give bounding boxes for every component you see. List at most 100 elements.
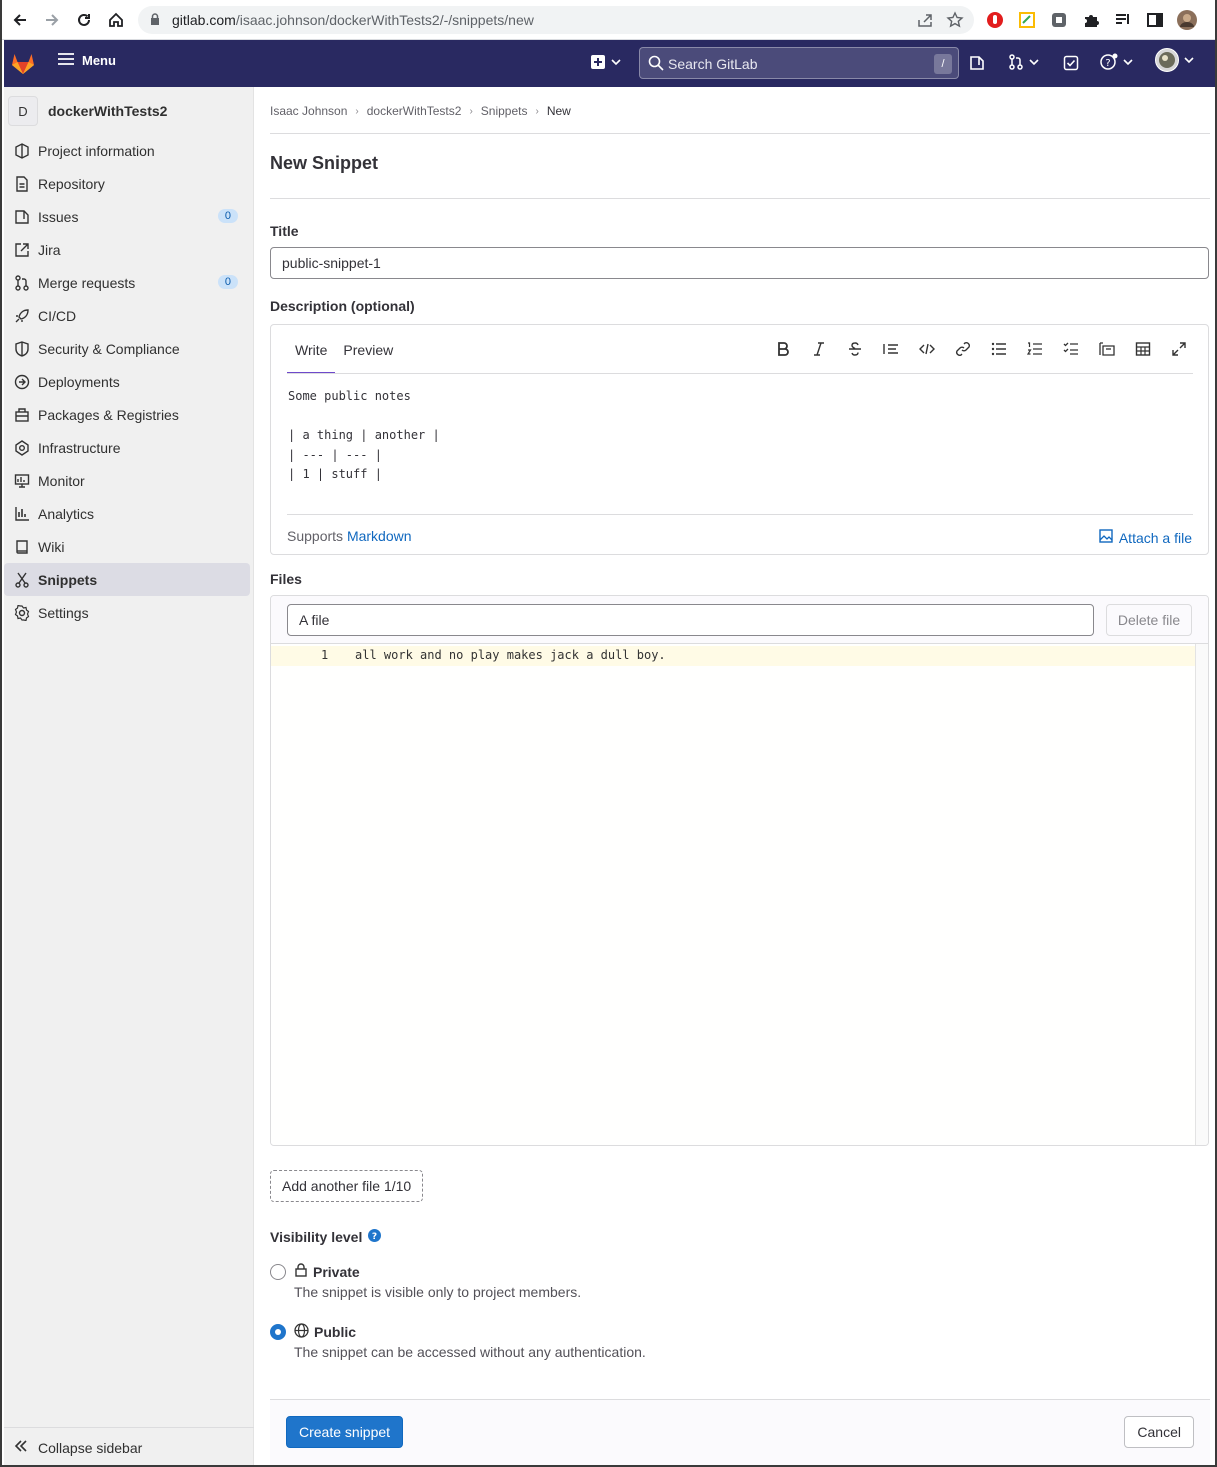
gitlab-logo-icon[interactable] xyxy=(10,50,36,79)
home-icon[interactable] xyxy=(104,8,128,32)
breadcrumb-current[interactable]: New xyxy=(547,104,571,118)
help-dropdown[interactable]: ? xyxy=(1100,53,1134,73)
collapse-sidebar-button[interactable]: Collapse sidebar xyxy=(4,1427,254,1465)
breadcrumb-item[interactable]: Isaac Johnson xyxy=(270,104,347,118)
extension-gray-icon[interactable] xyxy=(1049,10,1069,30)
sidebar-item-deployments[interactable]: Deployments xyxy=(4,365,250,398)
private-description: The snippet is visible only to project m… xyxy=(294,1284,582,1300)
extension-red-icon[interactable] xyxy=(985,10,1005,30)
address-bar[interactable]: gitlab.com/isaac.johnson/dockerWithTests… xyxy=(138,6,974,34)
snippet-icon xyxy=(14,572,30,588)
user-avatar xyxy=(1155,47,1179,75)
quote-icon[interactable] xyxy=(882,339,900,359)
bold-icon[interactable] xyxy=(774,339,792,359)
sidebar-item-repository[interactable]: Repository xyxy=(4,167,250,200)
search-icon xyxy=(648,55,664,74)
strikethrough-icon[interactable] xyxy=(846,339,864,359)
svg-text:?: ? xyxy=(1105,58,1110,69)
attach-file-label: Attach a file xyxy=(1118,529,1192,546)
title-input[interactable]: public-snippet-1 xyxy=(270,247,1209,279)
italic-icon[interactable] xyxy=(810,339,828,359)
editor-scrollbar[interactable] xyxy=(1195,644,1208,1145)
question-icon[interactable]: ? xyxy=(368,1229,382,1245)
todo-icon[interactable] xyxy=(1063,53,1079,73)
divider xyxy=(287,514,1193,515)
user-menu-dropdown[interactable] xyxy=(1155,47,1195,72)
search-shortcut-key: / xyxy=(934,54,952,74)
globe-icon xyxy=(294,1323,309,1341)
breadcrumb-item[interactable]: Snippets xyxy=(481,104,528,118)
link-icon[interactable] xyxy=(954,339,972,359)
browser-profile-avatar[interactable] xyxy=(1177,10,1197,30)
visibility-public-option[interactable]: Public xyxy=(270,1323,356,1341)
line-number: 1 xyxy=(321,648,329,662)
reload-icon[interactable] xyxy=(72,8,96,32)
lock-icon xyxy=(150,13,160,29)
supports-text: Supports xyxy=(287,528,344,544)
private-radio[interactable] xyxy=(270,1263,286,1280)
package-icon xyxy=(14,407,30,423)
star-icon[interactable] xyxy=(946,11,964,32)
share-icon[interactable] xyxy=(916,11,934,32)
sidebar-item-issues[interactable]: Issues 0 xyxy=(4,200,250,233)
divider xyxy=(270,133,1210,134)
sidebar-item-jira[interactable]: Jira xyxy=(4,233,250,266)
markdown-link[interactable]: Markdown xyxy=(347,528,412,544)
sidebar-item-label: Wiki xyxy=(38,538,65,555)
extension-color-icon[interactable] xyxy=(1017,10,1037,30)
chevron-down-icon xyxy=(610,55,622,71)
sidebar-item-ci-cd[interactable]: CI/CD xyxy=(4,299,250,332)
public-label-group: Public xyxy=(294,1323,356,1341)
public-radio[interactable] xyxy=(270,1324,286,1340)
tab-write[interactable]: Write xyxy=(287,325,336,374)
bulleted-list-icon[interactable] xyxy=(990,339,1008,359)
search-placeholder: Search GitLab xyxy=(668,56,758,72)
table-icon[interactable] xyxy=(1134,339,1152,359)
issues-nav-icon[interactable] xyxy=(969,53,985,73)
attach-file-button[interactable]: Attach a file xyxy=(1099,529,1192,546)
add-another-file-button[interactable]: Add another file 1/10 xyxy=(270,1170,424,1202)
sidebar-item-wiki[interactable]: Wiki xyxy=(4,530,250,563)
sidebar-item-label: Monitor xyxy=(38,472,85,489)
collapse-sidebar-label: Collapse sidebar xyxy=(38,1439,143,1456)
sidebar-item-monitor[interactable]: Monitor xyxy=(4,464,250,497)
cancel-button[interactable]: Cancel xyxy=(1124,1416,1194,1448)
collapsible-section-icon[interactable] xyxy=(1098,339,1116,359)
sidebar-item-infrastructure[interactable]: Infrastructure xyxy=(4,431,250,464)
sidebar-item-settings[interactable]: Settings xyxy=(4,596,250,629)
code-icon[interactable] xyxy=(918,339,936,359)
merge-request-icon xyxy=(1008,53,1024,73)
sidebar-item-label: Deployments xyxy=(38,373,120,390)
create-snippet-button[interactable]: Create snippet xyxy=(286,1416,404,1448)
puzzle-icon[interactable] xyxy=(1081,10,1101,30)
sidebar-item-project-information[interactable]: Project information xyxy=(4,134,250,167)
breadcrumb-item[interactable]: dockerWithTests2 xyxy=(367,104,462,118)
sidebar-item-merge-requests[interactable]: Merge requests 0 xyxy=(4,266,250,299)
create-new-dropdown[interactable] xyxy=(590,53,622,73)
menu-button[interactable]: Menu xyxy=(58,52,116,69)
project-icon xyxy=(14,142,30,159)
title-label: Title xyxy=(270,223,299,239)
file-name-input[interactable]: A file xyxy=(287,604,1094,636)
files-label: Files xyxy=(270,571,302,587)
side-panel-icon[interactable] xyxy=(1145,10,1165,30)
tab-preview[interactable]: Preview xyxy=(335,325,401,374)
delete-file-button[interactable]: Delete file xyxy=(1106,604,1192,636)
visibility-private-option[interactable]: Private xyxy=(270,1263,360,1280)
code-editor[interactable]: 1 all work and no play makes jack a dull… xyxy=(271,644,1195,1145)
media-queue-icon[interactable] xyxy=(1113,10,1133,30)
sidebar-item-packages-registries[interactable]: Packages & Registries xyxy=(4,398,250,431)
merge-requests-dropdown[interactable] xyxy=(1008,53,1040,73)
search-input[interactable]: Search GitLab / xyxy=(639,47,959,79)
sidebar-item-analytics[interactable]: Analytics xyxy=(4,497,250,530)
back-icon[interactable] xyxy=(8,8,32,32)
numbered-list-icon[interactable] xyxy=(1026,339,1044,359)
sidebar-project-link[interactable]: D dockerWithTests2 xyxy=(8,96,167,126)
fullscreen-icon[interactable] xyxy=(1170,339,1188,359)
sidebar-item-label: Snippets xyxy=(38,571,98,588)
forward-icon[interactable] xyxy=(40,8,64,32)
sidebar-item-snippets[interactable]: Snippets xyxy=(4,563,250,596)
task-list-icon[interactable] xyxy=(1062,339,1080,359)
description-textarea[interactable]: Some public notes | a thing | another | … xyxy=(288,387,440,485)
sidebar-item-security-compliance[interactable]: Security & Compliance xyxy=(4,332,250,365)
